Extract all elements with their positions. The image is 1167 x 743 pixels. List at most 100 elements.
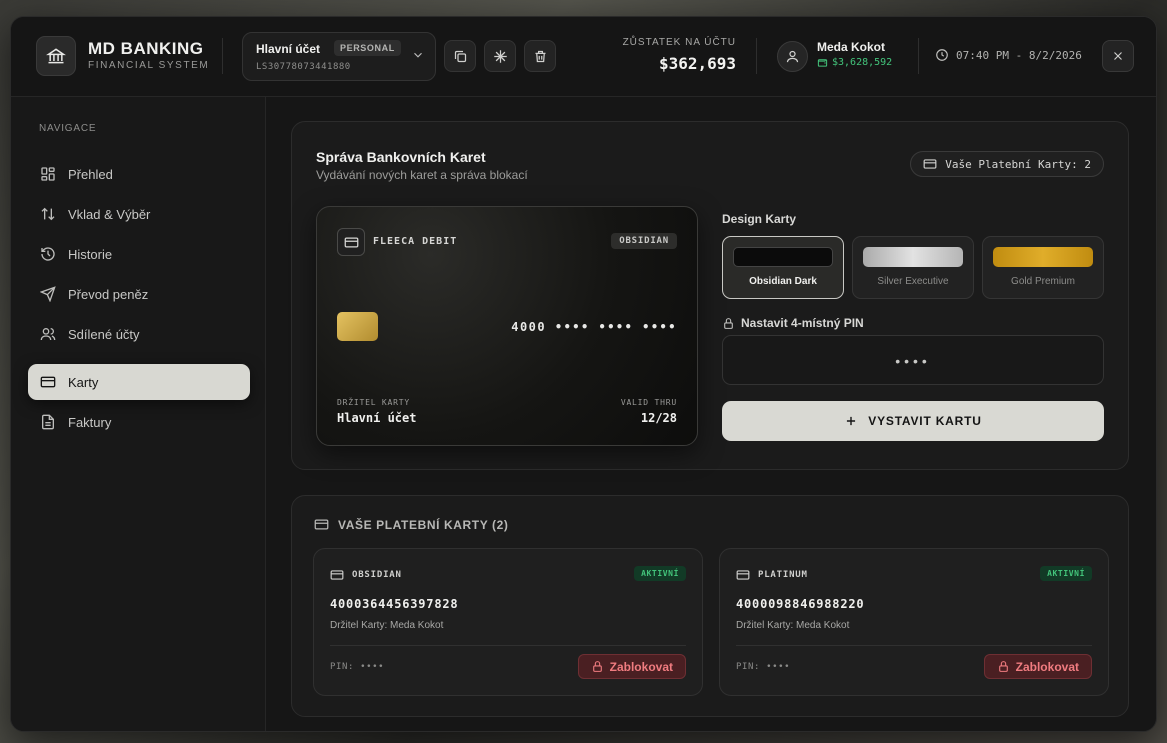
card-holder: Hlavní účet: [337, 411, 417, 425]
close-icon: [1114, 52, 1122, 60]
design-swatch: [733, 247, 833, 267]
pin-input[interactable]: ••••: [722, 335, 1104, 385]
balance-value: $362,693: [658, 54, 736, 73]
card-logo: [337, 228, 365, 256]
card-type: PLATINUM: [736, 568, 808, 582]
wallet-icon: [817, 59, 828, 67]
divider: [756, 38, 757, 74]
card-number: 4000098846988220: [736, 597, 865, 611]
card-number: 4000 •••• •••• ••••: [511, 320, 677, 334]
brand-title: MD BANKING: [88, 39, 204, 58]
avatar[interactable]: [777, 41, 808, 72]
card-icon: [40, 376, 56, 388]
card-tier-badge: OBSIDIAN: [611, 233, 677, 249]
bank-logo: [36, 36, 76, 76]
banking-window: MD BANKING FINANCIAL SYSTEM Hlavní účet …: [10, 16, 1157, 732]
card-preview: FLEECA DEBIT OBSIDIAN 4000 •••• •••• •••…: [316, 206, 698, 446]
panel-title: Správa Bankovních Karet: [316, 149, 486, 165]
list-item: PLATINUM AKTIVNÍ 4000098846988220 Držite…: [719, 548, 1109, 696]
lock-icon: [724, 317, 733, 329]
brand-subtitle: FINANCIAL SYSTEM: [88, 60, 210, 71]
card-type: OBSIDIAN: [330, 568, 402, 582]
issue-card-button[interactable]: VYSTAVIT KARTU: [722, 401, 1104, 441]
card-icon: [923, 159, 937, 169]
account-type-badge: PERSONAL: [334, 40, 401, 56]
status-badge: AKTIVNÍ: [1040, 566, 1092, 581]
design-swatch: [993, 247, 1093, 267]
users-icon: [40, 328, 56, 341]
design-name: Gold Premium: [1011, 276, 1075, 287]
card-holder: Držitel Karty: Meda Kokot: [330, 620, 444, 631]
card-chip: [337, 312, 378, 341]
pin-label-text: Nastavit 4-místný PIN: [741, 316, 864, 330]
sidebar-item-label: Převod peněz: [68, 286, 149, 302]
sidebar: NAVIGACE Přehled Vklad & Výběr Historie …: [11, 97, 266, 731]
design-name: Silver Executive: [877, 276, 949, 287]
cards-count-text: Vaše Platební Karty: 2: [945, 157, 1091, 171]
pin-label: Nastavit 4-místný PIN: [722, 316, 864, 330]
copy-icon: [454, 50, 466, 62]
issue-card-label: VYSTAVIT KARTU: [868, 414, 982, 428]
cards-count-badge: Vaše Platební Karty: 2: [910, 151, 1104, 177]
sidebar-item-label: Sdílené účty: [68, 326, 140, 342]
card-holder-label: DRŽITEL KARTY: [337, 398, 411, 407]
block-card-button[interactable]: Zablokovat: [577, 654, 686, 679]
close-button[interactable]: [1102, 40, 1134, 72]
cards-list-title-text: VAŠE PLATEBNÍ KARTY (2): [338, 517, 509, 532]
user-cash: $3,628,592: [817, 57, 892, 68]
sidebar-item-history[interactable]: Historie: [28, 236, 250, 272]
header: MD BANKING FINANCIAL SYSTEM Hlavní účet …: [11, 17, 1156, 97]
card-number: 4000364456397828: [330, 597, 459, 611]
design-label: Design Karty: [722, 212, 797, 226]
balance-label: ZŮSTATEK NA ÚČTU: [622, 37, 736, 48]
sidebar-item-label: Historie: [68, 246, 113, 262]
arrows-icon: [41, 207, 55, 221]
history-icon: [41, 247, 55, 261]
sidebar-item-deposit-withdraw[interactable]: Vklad & Výběr: [28, 196, 250, 232]
grid-icon: [41, 167, 55, 181]
card-valid-label: VALID THRU: [620, 398, 677, 407]
card-brand: FLEECA DEBIT: [373, 236, 458, 247]
block-card-button[interactable]: Zablokovat: [983, 654, 1092, 679]
chevron-down-icon: [414, 52, 422, 58]
delete-button[interactable]: [524, 40, 556, 72]
design-option-gold[interactable]: Gold Premium: [982, 236, 1104, 299]
sidebar-item-label: Vklad & Výběr: [68, 206, 151, 222]
clock: 07:40 PM - 8/2/2026: [935, 48, 1082, 62]
panel-subtitle: Vydávání nových karet a správa blokací: [316, 168, 528, 182]
status-badge: AKTIVNÍ: [634, 566, 686, 581]
clock-icon: [936, 49, 948, 61]
card-icon: [344, 237, 358, 247]
sidebar-item-shared-accounts[interactable]: Sdílené účty: [28, 316, 250, 352]
account-selector[interactable]: Hlavní účet PERSONAL LS30778073441880: [242, 32, 436, 81]
block-card-label: Zablokovat: [1015, 659, 1079, 674]
sidebar-item-overview[interactable]: Přehled: [28, 156, 250, 192]
copy-button[interactable]: [444, 40, 476, 72]
card-valid-date: 12/28: [640, 411, 677, 425]
divider: [222, 38, 223, 74]
lock-icon: [592, 661, 602, 672]
sidebar-item-label: Přehled: [68, 166, 113, 182]
sidebar-item-transfer[interactable]: Převod peněz: [28, 276, 250, 312]
snowflake-icon: [493, 49, 507, 63]
bank-icon: [46, 48, 66, 64]
freeze-button[interactable]: [484, 40, 516, 72]
send-icon: [40, 286, 56, 302]
list-item: OBSIDIAN AKTIVNÍ 4000364456397828 Držite…: [313, 548, 703, 696]
card-type-text: PLATINUM: [758, 570, 808, 580]
divider: [736, 645, 1092, 646]
design-option-obsidian[interactable]: Obsidian Dark: [722, 236, 844, 299]
cards-list-panel: VAŠE PLATEBNÍ KARTY (2) OBSIDIAN AKTIVNÍ…: [291, 495, 1129, 717]
sidebar-item-label: Faktury: [68, 414, 112, 430]
card-pin: PIN: ••••: [330, 662, 385, 672]
card-icon: [314, 519, 329, 530]
user-name: Meda Kokot: [817, 40, 886, 54]
sidebar-item-cards[interactable]: Karty: [28, 364, 250, 400]
sidebar-item-invoices[interactable]: Faktury: [28, 404, 250, 440]
trash-icon: [535, 50, 545, 62]
cards-list-title: VAŠE PLATEBNÍ KARTY (2): [314, 517, 508, 532]
cash-amount: $3,628,592: [832, 57, 893, 68]
account-number: LS30778073441880: [256, 62, 351, 72]
design-option-silver[interactable]: Silver Executive: [852, 236, 974, 299]
divider: [918, 38, 919, 74]
